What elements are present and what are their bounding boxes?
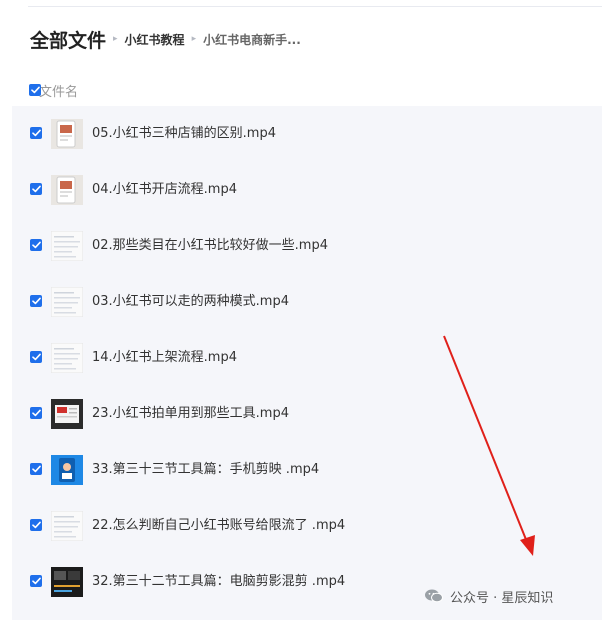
breadcrumb-separator-icon: ▸ bbox=[191, 34, 197, 44]
file-row[interactable]: 05.小红书三种店铺的区别.mp4 bbox=[12, 106, 602, 162]
file-checkbox[interactable] bbox=[30, 351, 42, 363]
file-name[interactable]: 22.怎么判断自己小红书账号给限流了 .mp4 bbox=[92, 498, 345, 554]
file-name[interactable]: 05.小红书三种店铺的区别.mp4 bbox=[92, 106, 276, 162]
file-checkbox[interactable] bbox=[30, 575, 42, 587]
video-thumbnail[interactable] bbox=[51, 287, 83, 317]
file-list: 05.小红书三种店铺的区别.mp4 04.小红书开店流程.mp4 02.那些类目在小… bbox=[12, 106, 602, 620]
file-checkbox[interactable] bbox=[30, 519, 42, 531]
select-all-checkbox[interactable] bbox=[29, 84, 41, 96]
video-thumbnail[interactable] bbox=[51, 343, 83, 373]
file-name[interactable]: 33.第三十三节工具篇：手机剪映 .mp4 bbox=[92, 442, 319, 498]
watermark-text: 公众号 · 星辰知识 bbox=[450, 590, 554, 606]
top-divider bbox=[28, 6, 602, 7]
video-thumbnail[interactable] bbox=[51, 231, 83, 261]
video-thumbnail[interactable] bbox=[51, 511, 83, 541]
video-thumbnail[interactable] bbox=[51, 175, 83, 205]
video-thumbnail[interactable] bbox=[51, 455, 83, 485]
breadcrumb-item-current[interactable]: 小红书电商新手... bbox=[203, 31, 301, 48]
wechat-icon bbox=[424, 588, 444, 604]
file-name[interactable]: 03.小红书可以走的两种模式.mp4 bbox=[92, 274, 289, 330]
file-row[interactable]: 14.小红书上架流程.mp4 bbox=[12, 330, 602, 386]
watermark: 公众号 · 星辰知识 bbox=[424, 584, 553, 608]
video-thumbnail[interactable] bbox=[51, 399, 83, 429]
file-checkbox[interactable] bbox=[30, 127, 42, 139]
file-checkbox[interactable] bbox=[30, 239, 42, 251]
file-row[interactable]: 33.第三十三节工具篇：手机剪映 .mp4 bbox=[12, 442, 602, 498]
file-row[interactable]: 02.那些类目在小红书比较好做一些.mp4 bbox=[12, 218, 602, 274]
file-checkbox[interactable] bbox=[30, 407, 42, 419]
file-name[interactable]: 32.第三十二节工具篇：电脑剪影混剪 .mp4 bbox=[92, 554, 345, 610]
file-row[interactable]: 22.怎么判断自己小红书账号给限流了 .mp4 bbox=[12, 498, 602, 554]
file-name[interactable]: 02.那些类目在小红书比较好做一些.mp4 bbox=[92, 218, 328, 274]
breadcrumb: 全部文件 ▸ 小红书教程 ▸ 小红书电商新手... bbox=[30, 26, 301, 52]
breadcrumb-item-tutorial[interactable]: 小红书教程 bbox=[125, 31, 185, 48]
video-thumbnail[interactable] bbox=[51, 567, 83, 597]
video-thumbnail[interactable] bbox=[51, 119, 83, 149]
breadcrumb-separator-icon: ▸ bbox=[113, 34, 118, 44]
file-name[interactable]: 14.小红书上架流程.mp4 bbox=[92, 330, 237, 386]
file-checkbox[interactable] bbox=[30, 463, 42, 475]
column-header-filename[interactable]: 文件名 bbox=[39, 81, 78, 100]
file-row[interactable]: 03.小红书可以走的两种模式.mp4 bbox=[12, 274, 602, 330]
file-name[interactable]: 23.小红书拍单用到那些工具.mp4 bbox=[92, 386, 289, 442]
file-row[interactable]: 04.小红书开店流程.mp4 bbox=[12, 162, 602, 218]
file-name[interactable]: 04.小红书开店流程.mp4 bbox=[92, 162, 237, 218]
file-checkbox[interactable] bbox=[30, 183, 42, 195]
file-checkbox[interactable] bbox=[30, 295, 42, 307]
page-title[interactable]: 全部文件 bbox=[30, 26, 106, 53]
column-header: 文件名 bbox=[29, 80, 78, 100]
file-row[interactable]: 23.小红书拍单用到那些工具.mp4 bbox=[12, 386, 602, 442]
